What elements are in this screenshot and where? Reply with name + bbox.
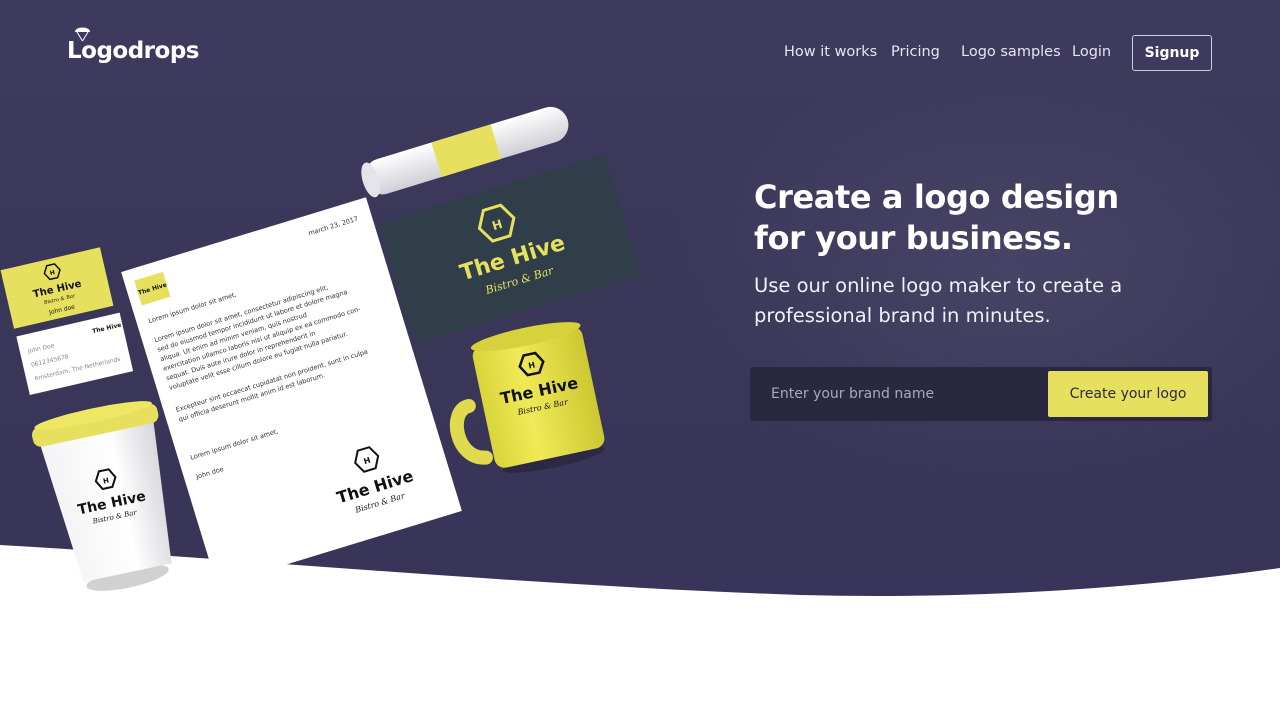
brand-logo[interactable]: Logodrops bbox=[67, 38, 199, 64]
nav-logo-samples[interactable]: Logo samples bbox=[961, 44, 1061, 60]
nav-login[interactable]: Login bbox=[1072, 44, 1111, 60]
white-business-card: John Doe 0612345678 Amsterdam, The Nethe… bbox=[16, 312, 134, 395]
hero-headline: Create a logo design for your business. bbox=[754, 178, 1119, 257]
yellow-business-card: H The Hive Bistro & Bar John doe bbox=[0, 247, 114, 329]
coffee-cup: H The Hive Bistro & Bar bbox=[32, 401, 172, 591]
hero-subheadline: Use our online logo maker to create a pr… bbox=[754, 274, 1123, 327]
brand-name-input[interactable] bbox=[760, 371, 1042, 417]
create-logo-button[interactable]: Create your logo bbox=[1048, 371, 1208, 417]
yellow-mug: H The Hive Bistro & Bar bbox=[449, 322, 605, 473]
hero-section: H The Hive Bistro & Bar The Hive march 2… bbox=[0, 0, 1280, 720]
top-navigation: Logodrops How it works Pricing Logo samp… bbox=[0, 0, 1280, 106]
signup-button[interactable]: Signup bbox=[1132, 35, 1212, 71]
nav-how-it-works[interactable]: How it works bbox=[784, 44, 877, 60]
nav-pricing[interactable]: Pricing bbox=[891, 44, 940, 60]
